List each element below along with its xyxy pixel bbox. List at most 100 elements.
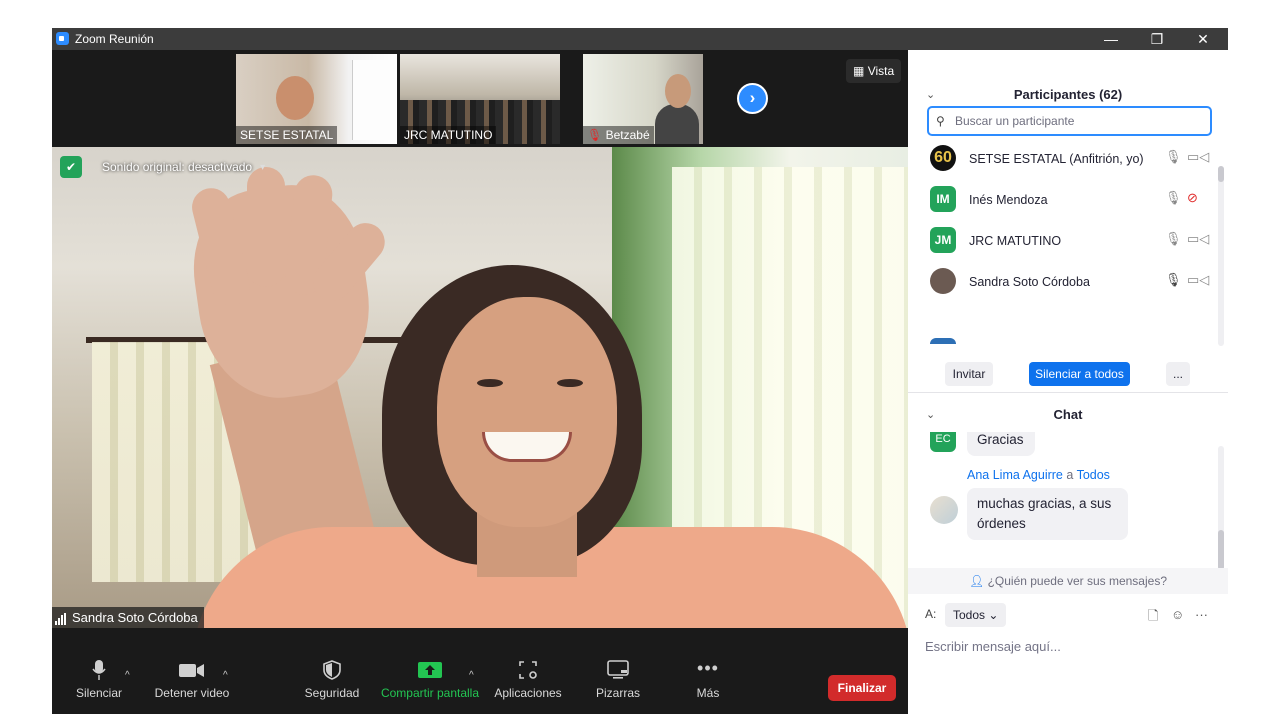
shared-document: [352, 60, 396, 140]
more-options-button[interactable]: ...: [1166, 362, 1190, 386]
meeting-toolbar: Silenciar ^ Detener video ^ Seguridad Co…: [52, 650, 908, 714]
whiteboard-icon: [607, 660, 629, 679]
speaker-name-label: Sandra Soto Córdoba: [52, 607, 204, 628]
chat-messages: EC Gracias Ana Lima Aguirre a Todos much…: [908, 432, 1228, 566]
person-icon: 👤︎: [968, 574, 985, 588]
thumbnail-name: SETSE ESTATAL: [236, 126, 338, 144]
stop-video-button[interactable]: Detener video: [152, 660, 232, 700]
zoom-app-icon: [56, 32, 69, 45]
participant-thumbnail[interactable]: JRC MATUTINO: [400, 54, 560, 144]
apps-icon: [519, 661, 537, 679]
recipient-select[interactable]: Todos ⌄: [945, 603, 1007, 627]
recipient-name[interactable]: Todos: [1077, 468, 1110, 482]
speaker-finger: [247, 167, 285, 287]
more-dots-icon[interactable]: ···: [1195, 607, 1208, 622]
participant-body: [655, 104, 699, 144]
chevron-down-icon: ⌄: [988, 608, 999, 622]
video-off-icon[interactable]: ⊘: [1187, 190, 1198, 206]
more-button[interactable]: ••• Más: [688, 658, 728, 700]
grid-icon: ▦: [853, 64, 865, 78]
chat-header: ⌄ Chat: [908, 400, 1228, 430]
chevron-down-icon[interactable]: ▾: [260, 162, 265, 173]
active-speaker-video: ✔ Sonido original: desactivado ▾ Sandra …: [52, 147, 908, 628]
mute-options-caret[interactable]: ^: [125, 670, 130, 681]
participant-face: [276, 76, 314, 120]
more-dots-icon: •••: [697, 658, 719, 678]
whiteboards-button[interactable]: Pizarras: [592, 660, 644, 700]
video-camera-icon[interactable]: ▭◁: [1187, 231, 1209, 247]
participant-avatar: 60: [930, 145, 956, 171]
thumbnail-name: JRC MATUTINO: [400, 126, 497, 144]
speaker-eye: [477, 379, 503, 387]
end-meeting-button[interactable]: Finalizar: [828, 675, 896, 701]
participant-avatar-partial: [930, 338, 956, 344]
chat-scrollbar[interactable]: [1218, 446, 1224, 572]
apps-button[interactable]: Aplicaciones: [492, 660, 564, 700]
search-icon: ⚲: [936, 114, 945, 128]
microphone-icon[interactable]: 🎙︎: [1165, 231, 1182, 247]
share-options-caret[interactable]: ^: [469, 670, 474, 681]
video-camera-icon: [179, 664, 204, 677]
video-camera-icon[interactable]: ▭◁: [1187, 272, 1209, 288]
view-button[interactable]: ▦ Vista: [846, 59, 902, 83]
participant-row[interactable]: 60 SETSE ESTATAL (Anfitrión, yo) 🎙︎ ▭◁: [908, 139, 1218, 180]
security-shield-icon: ✔: [60, 156, 82, 178]
mute-button[interactable]: Silenciar: [74, 660, 124, 700]
signal-strength-icon: [55, 610, 67, 625]
video-area: SETSE ESTATAL JRC MATUTINO 🎙︎ Betzabé › …: [52, 50, 908, 714]
microphone-icon[interactable]: 🎙︎: [1165, 190, 1182, 206]
mute-all-button[interactable]: Silenciar a todos: [1029, 362, 1130, 386]
emoji-icon[interactable]: ☺: [1171, 607, 1184, 622]
to-label: A:: [925, 607, 937, 621]
window-title: Zoom Reunión: [75, 32, 154, 46]
participant-avatar: [930, 268, 956, 294]
participant-avatar: IM: [930, 186, 956, 212]
participant-search-input[interactable]: ⚲ Buscar un participante: [927, 106, 1212, 136]
who-can-see-messages-link[interactable]: 👤︎ ¿Quién puede ver sus mensajes?: [908, 568, 1228, 594]
participant-thumbnail[interactable]: 🎙︎ Betzabé: [583, 54, 703, 144]
shield-icon: [323, 660, 341, 680]
sender-avatar: EC: [930, 432, 956, 452]
share-screen-icon: [418, 662, 442, 678]
video-camera-icon[interactable]: ▭◁: [1187, 149, 1209, 165]
video-options-caret[interactable]: ^: [223, 670, 228, 681]
participant-row[interactable]: JM JRC MATUTINO 🎙︎ ▭◁: [908, 221, 1218, 262]
minimize-button[interactable]: —: [1088, 28, 1134, 50]
microphone-icon: [92, 660, 106, 680]
scrollbar-thumb[interactable]: [1218, 166, 1224, 182]
side-panel: ⌄ Participantes (62) ⚲ Buscar un partici…: [908, 50, 1228, 692]
participant-name: SETSE ESTATAL (Anfitrión, yo): [969, 152, 1144, 166]
participant-thumbnail[interactable]: SETSE ESTATAL: [236, 54, 397, 144]
participant-name: Inés Mendoza: [969, 193, 1048, 207]
participant-avatar: JM: [930, 227, 956, 253]
participant-face: [665, 74, 691, 108]
microphone-icon[interactable]: 🎙︎: [1165, 149, 1182, 165]
next-page-arrow-icon[interactable]: ›: [737, 83, 768, 114]
chat-message-header: Ana Lima Aguirre a Todos: [967, 468, 1110, 482]
chevron-down-icon[interactable]: ⌄: [926, 400, 935, 430]
thumbnail-name: 🎙︎ Betzabé: [583, 126, 654, 144]
share-screen-button[interactable]: Compartir pantalla: [378, 660, 482, 700]
participant-name: JRC MATUTINO: [969, 234, 1062, 248]
close-button[interactable]: ✕: [1180, 28, 1226, 50]
participants-scrollbar[interactable]: [1218, 166, 1224, 346]
chat-message: Gracias: [967, 432, 1035, 456]
original-sound-badge[interactable]: ✔ Sonido original: desactivado ▾: [60, 155, 265, 179]
invite-button[interactable]: Invitar: [945, 362, 993, 386]
panel-divider: [908, 392, 1228, 393]
sender-name[interactable]: Ana Lima Aguirre: [967, 468, 1063, 482]
muted-mic-icon: 🎙︎: [587, 128, 603, 142]
scrollbar-thumb[interactable]: [1218, 530, 1224, 570]
original-sound-text: Sonido original: desactivado: [102, 160, 253, 174]
file-icon[interactable]: 🗋︎: [1148, 607, 1158, 629]
chat-message: muchas gracias, a sus órdenes: [967, 488, 1128, 540]
speaker-eye: [557, 379, 583, 387]
zoom-window: Zoom Reunión — ❐ ✕ SETSE ESTATAL JRC MAT…: [52, 28, 1228, 714]
sender-avatar: [930, 496, 958, 524]
restore-button[interactable]: ❐: [1134, 28, 1180, 50]
chat-message-input[interactable]: [925, 634, 1215, 658]
microphone-icon[interactable]: 🎙︎: [1165, 272, 1182, 288]
participant-row[interactable]: Sandra Soto Córdoba 🎙︎ ▭◁: [908, 262, 1218, 303]
participant-row[interactable]: IM Inés Mendoza 🎙︎ ⊘: [908, 180, 1218, 221]
security-button[interactable]: Seguridad: [304, 660, 360, 700]
